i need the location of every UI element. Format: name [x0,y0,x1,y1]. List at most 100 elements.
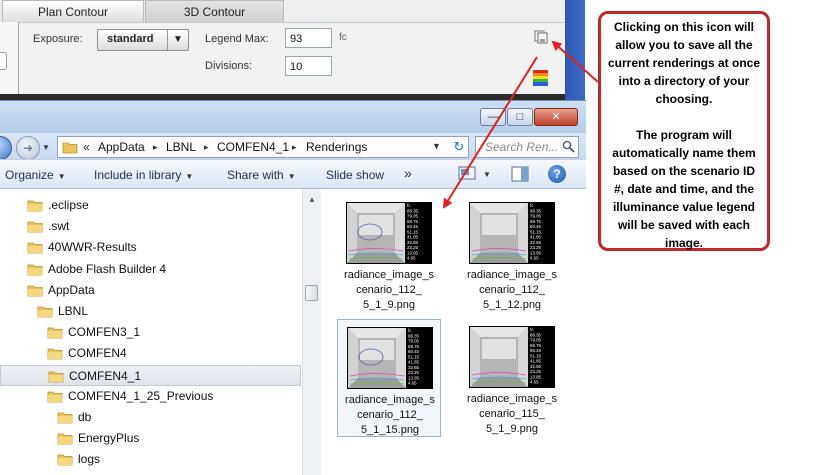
history-dropdown[interactable]: ▼ [42,143,50,152]
tree-item-label: 40WWR-Results [48,240,137,255]
search-placeholder: Search Ren... [485,140,559,154]
legend-value: 32.55 [530,364,542,369]
chevron-down-icon: ▼ [287,172,296,181]
file-name-line: radiance_image_s [344,269,434,281]
breadcrumb-lbnl[interactable]: LBNL [166,140,196,154]
address-bar[interactable]: « AppData ▸ LBNL ▸ COMFEN4_1 ▸ Rendering… [57,136,469,158]
scrollbar-thumb[interactable] [305,285,318,301]
rendering-thumbnail: fc88.3579.0569.7560.4551.1541.8532.5523.… [346,202,432,264]
tree-item[interactable]: logs [57,449,300,470]
tree-item-content: AppData [27,280,267,301]
breadcrumb-separator[interactable]: ▸ [204,142,209,153]
legend-value: 32.55 [408,365,420,370]
address-dropdown[interactable]: ▼ [432,141,441,151]
folder-icon [27,242,43,254]
more-commands-button[interactable]: » [404,165,412,181]
chevron-down-icon[interactable]: ▼ [167,30,188,50]
help-icon[interactable]: ? [548,165,566,183]
divisions-input[interactable]: 10 [285,56,332,76]
legend-value: 79.05 [407,214,419,219]
tree-item-content: db [57,407,297,428]
file-item[interactable]: fc 88.35 79.05 69.75 60.45 51.15 41.85 32.55 23.… [337,195,441,313]
navigation-scrollbar[interactable]: ▲ [302,189,321,475]
view-dropdown[interactable]: ▼ [483,170,491,179]
tree-item-content: Adobe Flash Builder 4 [27,259,267,280]
legend-value: 32.55 [530,240,542,245]
tree-item[interactable]: Adobe Flash Builder 4 [27,259,300,280]
tree-item[interactable]: COMFEN4_1 [0,364,301,386]
legend-value: 4.65 [530,256,539,261]
breadcrumb-comfen4-1[interactable]: COMFEN4_1 [217,140,289,154]
tree-item[interactable]: db [57,407,300,428]
share-with-button[interactable]: Share with ▼ [227,168,296,182]
file-item[interactable]: fc 88.35 79.05 69.75 60.45 51.15 41.85 32.55 23.… [460,319,564,437]
breadcrumb-separator[interactable]: ▸ [153,142,158,153]
close-button[interactable]: ✕ [534,108,578,126]
tree-item[interactable]: EnergyPlus [57,428,300,449]
save-all-renderings-icon[interactable] [534,30,548,44]
search-icon[interactable] [562,140,575,153]
folder-icon [57,433,73,445]
tree-item-label: .swt [48,219,70,234]
legend-value: 79.05 [530,214,542,219]
collapse-handle[interactable] [0,52,7,70]
file-name-line: 5_1_9.png [486,423,538,435]
callout-paragraph-1: Clicking on this icon will allow you to … [607,20,761,106]
breadcrumb-separator[interactable]: ▸ [292,142,297,153]
exposure-select[interactable]: standard ▼ [97,29,189,51]
tree-item-label: Adobe Flash Builder 4 [48,261,167,276]
search-input[interactable]: Search Ren... [475,136,579,158]
file-item[interactable]: fc 88.35 79.05 69.75 60.45 51.15 41.85 32.55 23.… [460,195,564,313]
folder-icon [47,327,63,339]
legend-max-input[interactable]: 93 [285,28,332,48]
folder-icon [27,264,43,275]
tab-plan-contour[interactable]: Plan Contour [2,0,144,23]
legend-value: 69.75 [408,344,420,349]
minimize-button[interactable]: — [480,108,506,126]
breadcrumb-appdata[interactable]: AppData [98,140,145,154]
file-name-line: cenario_115_ [479,408,545,420]
color-legend-icon[interactable] [533,70,548,86]
forward-button[interactable]: ➜ [16,136,40,160]
tab-3d-contour[interactable]: 3D Contour [145,0,284,23]
tree-item[interactable]: COMFEN3_1 [47,322,300,343]
scroll-up-arrow[interactable]: ▲ [308,195,316,204]
address-overflow[interactable]: « [83,140,90,154]
explanation-callout: Clicking on this icon will allow you to … [598,11,770,251]
tree-item-content: LBNL [37,301,277,322]
file-name-line: 5_1_9.png [363,299,415,311]
legend-value: 41.85 [407,235,419,240]
file-name: radiance_image_s cenario_115_ 5_1_9.png [460,392,564,437]
breadcrumb-renderings[interactable]: Renderings [306,140,367,154]
slide-show-button[interactable]: Slide show [326,168,384,182]
folder-icon [47,348,63,360]
file-name: radiance_image_s cenario_112_ 5_1_9.png [337,268,441,313]
tree-item[interactable]: AppData [27,280,300,301]
legend-value: 60.45 [408,349,420,354]
maximize-button[interactable]: □ [507,108,533,126]
file-name-line: radiance_image_s [467,269,557,281]
tree-item-label: COMFEN3_1 [68,325,141,340]
file-item[interactable]: fc 88.35 79.05 69.75 60.45 51.15 41.85 32.55 23.… [337,319,441,437]
legend-value: 23.25 [407,245,419,250]
include-in-library-button[interactable]: Include in library ▼ [94,168,193,182]
preview-pane-icon[interactable] [511,166,529,182]
file-name-line: radiance_image_s [467,393,557,405]
tree-item[interactable]: 40WWR-Results [27,237,300,258]
tree-item[interactable]: .eclipse [27,195,300,216]
tree-item-label: EnergyPlus [78,431,140,446]
file-name: radiance_image_s cenario_112_ 5_1_15.png [338,393,442,438]
title-bar: — □ ✕ [0,101,586,133]
legend-unit: fc [339,32,347,43]
legend-value: 69.75 [530,219,542,224]
tree-item[interactable]: .swt [27,216,300,237]
refresh-icon[interactable]: ↻ [450,138,468,156]
tree-item[interactable]: COMFEN4_1_25_Previous [47,386,300,407]
tree-item[interactable]: LBNL [37,301,300,322]
tree-item[interactable]: COMFEN4 [47,343,300,364]
back-button[interactable] [0,136,12,160]
organize-button[interactable]: Organize ▼ [5,168,66,182]
legend-value: 60.45 [530,348,542,353]
tree-item-label: AppData [48,282,95,297]
change-view-icon[interactable] [458,166,476,180]
